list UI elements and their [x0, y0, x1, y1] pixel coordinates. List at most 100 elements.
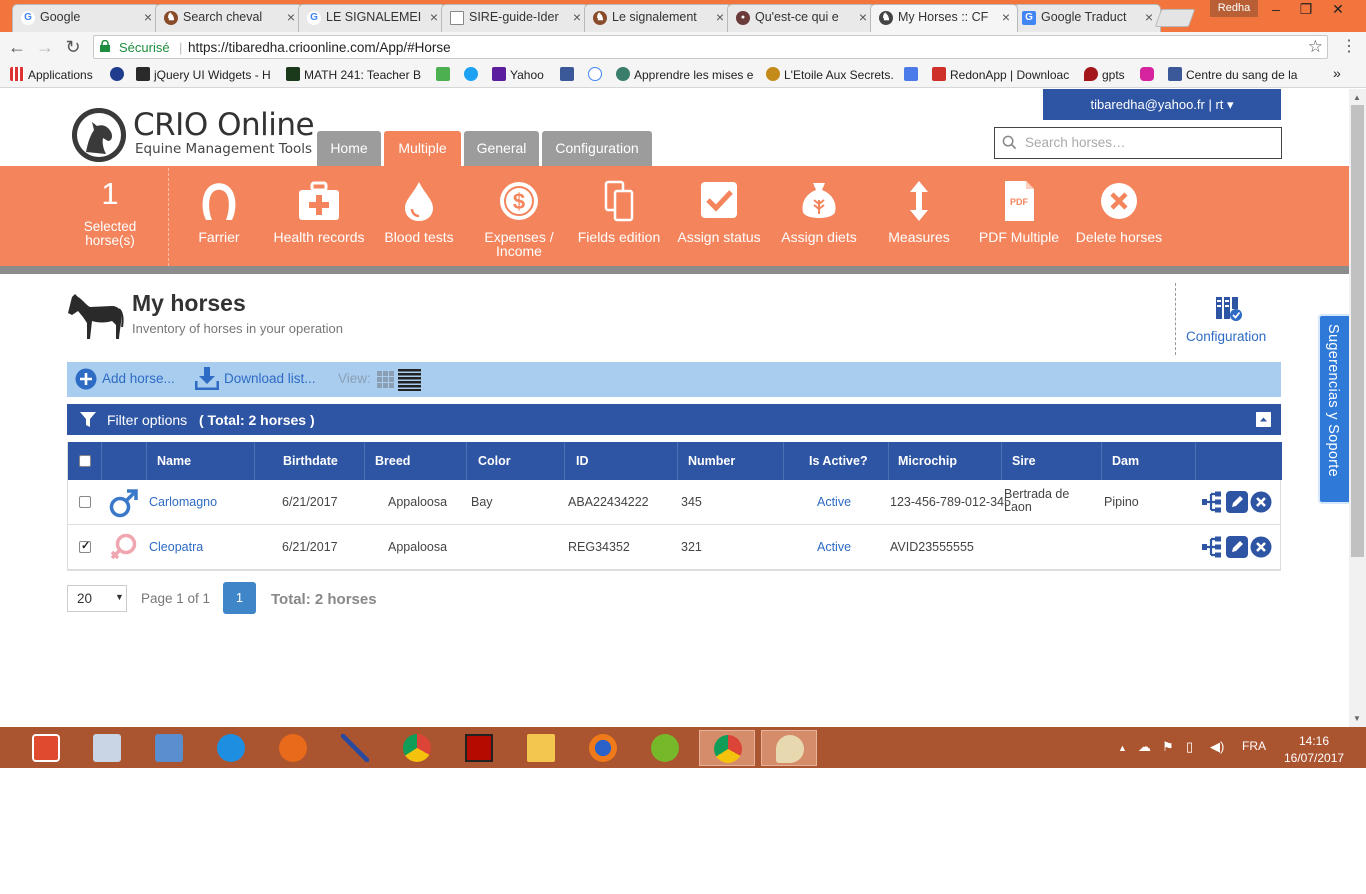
url-field[interactable]: Sécurisé | https://tibaredha.crioonline.…: [93, 35, 1328, 59]
bookmark-item[interactable]: [436, 67, 454, 82]
taskbar-app[interactable]: [575, 730, 631, 766]
table-row[interactable]: Cleopatra 6/21/2017 Appaloosa REG34352 3…: [68, 525, 1280, 570]
filter-options-label[interactable]: Filter options: [107, 412, 187, 428]
delete-horses-button[interactable]: Delete horses: [1064, 174, 1174, 244]
scroll-down-icon[interactable]: ▼: [1353, 714, 1361, 723]
tray-expand-icon[interactable]: ▲: [1118, 743, 1127, 753]
cloud-icon[interactable]: ☁: [1138, 739, 1151, 755]
configuration-link[interactable]: Configuration: [1186, 329, 1266, 344]
scroll-up-icon[interactable]: ▲: [1353, 93, 1361, 102]
assign-diets-button[interactable]: Assign diets: [764, 174, 874, 244]
column-header-number[interactable]: Number: [688, 454, 735, 468]
taskbar-app[interactable]: [141, 730, 197, 766]
column-header-birthdate[interactable]: Birthdate: [283, 454, 338, 468]
bookmark-item[interactable]: L'Etoile Aux Secrets.: [766, 67, 894, 82]
filter-bar[interactable]: Filter options ( Total: 2 horses ): [67, 404, 1281, 435]
edit-pencil-icon[interactable]: [1226, 491, 1248, 513]
volume-icon[interactable]: ◀): [1210, 739, 1224, 755]
select-all-checkbox[interactable]: [79, 455, 91, 467]
url-text[interactable]: https://tibaredha.crioonline.com/App/#Ho…: [188, 40, 451, 55]
feedback-tab[interactable]: Sugerencias y Soporte: [1318, 314, 1349, 504]
close-icon[interactable]: ×: [716, 9, 724, 25]
bookmark-item[interactable]: [464, 67, 482, 82]
close-icon[interactable]: ×: [287, 9, 295, 25]
delete-row-icon[interactable]: [1250, 536, 1272, 558]
add-circle-icon[interactable]: [75, 368, 97, 390]
taskbar-app[interactable]: [327, 730, 383, 766]
taskbar-app-active[interactable]: [761, 730, 817, 766]
clock-time[interactable]: 14:16: [1284, 734, 1344, 748]
bookmark-item[interactable]: [110, 67, 128, 82]
profile-name[interactable]: Redha: [1210, 0, 1258, 17]
close-icon[interactable]: ×: [859, 9, 867, 25]
back-icon[interactable]: ←: [6, 37, 28, 57]
scrollbar-thumb[interactable]: [1351, 105, 1364, 557]
page-size-select[interactable]: 20 ▼: [67, 585, 127, 612]
taskbar-app-active[interactable]: [699, 730, 755, 766]
bookmark-item[interactable]: [588, 67, 606, 82]
close-icon[interactable]: ×: [573, 9, 581, 25]
column-header-sire[interactable]: Sire: [1012, 454, 1036, 468]
close-window-icon[interactable]: ✕: [1322, 0, 1354, 20]
blood-tests-button[interactable]: Blood tests: [364, 174, 474, 244]
table-row[interactable]: Carlomagno 6/21/2017 Appaloosa Bay ABA22…: [68, 480, 1280, 525]
bookmark-item[interactable]: [1140, 67, 1158, 82]
column-header-id[interactable]: ID: [576, 454, 589, 468]
row-checkbox[interactable]: [79, 496, 91, 508]
expenses-income-button[interactable]: $ Expenses / Income: [464, 174, 574, 258]
farrier-button[interactable]: Farrier: [164, 174, 274, 244]
grid-view-icon[interactable]: [377, 371, 394, 388]
tab-configuration[interactable]: Configuration: [542, 131, 652, 166]
flag-icon[interactable]: ⚑: [1162, 739, 1174, 755]
clock-date[interactable]: 16/07/2017: [1284, 751, 1344, 765]
account-menu[interactable]: tibaredha@yahoo.fr | rt ▾: [1043, 89, 1281, 120]
bookmark-item[interactable]: [904, 67, 922, 82]
download-list-button[interactable]: Download list...: [224, 371, 316, 386]
bookmark-item[interactable]: MATH 241: Teacher B: [286, 67, 421, 82]
active-status[interactable]: Active: [817, 495, 851, 509]
more-bookmarks-button[interactable]: »: [1333, 65, 1341, 81]
column-header-breed[interactable]: Breed: [375, 454, 410, 468]
column-header-dam[interactable]: Dam: [1112, 454, 1139, 468]
column-header-name[interactable]: Name: [157, 454, 191, 468]
fields-edition-button[interactable]: Fields edition: [564, 174, 674, 244]
health-records-button[interactable]: Health records: [264, 174, 374, 244]
browser-tab[interactable]: G Google Traduct ×: [1013, 4, 1161, 32]
close-icon[interactable]: ×: [430, 9, 438, 25]
column-header-microchip[interactable]: Microchip: [898, 454, 957, 468]
list-view-icon[interactable]: [398, 369, 421, 391]
bookmark-star-icon[interactable]: ☆: [1308, 37, 1323, 57]
column-header-is-active[interactable]: Is Active?: [809, 454, 868, 468]
page-1-button[interactable]: 1: [223, 582, 256, 614]
assign-status-button[interactable]: Assign status: [664, 174, 774, 244]
configuration-icon[interactable]: [1213, 294, 1243, 322]
reload-icon[interactable]: ↻: [62, 37, 84, 57]
bookmark-item[interactable]: Applications: [10, 67, 93, 82]
pdf-multiple-button[interactable]: PDF PDF Multiple: [964, 174, 1074, 244]
bookmark-item[interactable]: Apprendre les mises e: [616, 67, 753, 82]
active-status[interactable]: Active: [817, 540, 851, 554]
new-tab-button[interactable]: [1154, 9, 1196, 27]
add-horse-button[interactable]: Add horse...: [102, 371, 175, 386]
taskbar-app[interactable]: [203, 730, 259, 766]
taskbar-app[interactable]: [513, 730, 569, 766]
browser-tab[interactable]: G Google ×: [12, 4, 160, 32]
search-box[interactable]: [994, 127, 1282, 159]
close-icon[interactable]: ×: [1145, 9, 1153, 25]
restore-icon[interactable]: ❐: [1290, 0, 1322, 20]
tab-general[interactable]: General: [464, 131, 539, 166]
pedigree-tree-icon[interactable]: [1201, 536, 1223, 558]
minimize-icon[interactable]: –: [1260, 0, 1292, 20]
horse-name-link[interactable]: Cleopatra: [149, 540, 203, 554]
bookmark-item[interactable]: jQuery UI Widgets - H: [136, 67, 271, 82]
taskbar-app[interactable]: [637, 730, 693, 766]
browser-tab[interactable]: ♞ Le signalement ×: [584, 4, 732, 32]
taskbar-app[interactable]: [18, 730, 74, 766]
download-icon[interactable]: [195, 366, 219, 390]
taskbar-app[interactable]: [389, 730, 445, 766]
forward-icon[interactable]: →: [34, 37, 56, 57]
edit-pencil-icon[interactable]: [1226, 536, 1248, 558]
bookmark-item[interactable]: Centre du sang de la: [1168, 67, 1310, 82]
delete-row-icon[interactable]: [1250, 491, 1272, 513]
browser-tab[interactable]: G LE SIGNALEMEI ×: [298, 4, 446, 32]
